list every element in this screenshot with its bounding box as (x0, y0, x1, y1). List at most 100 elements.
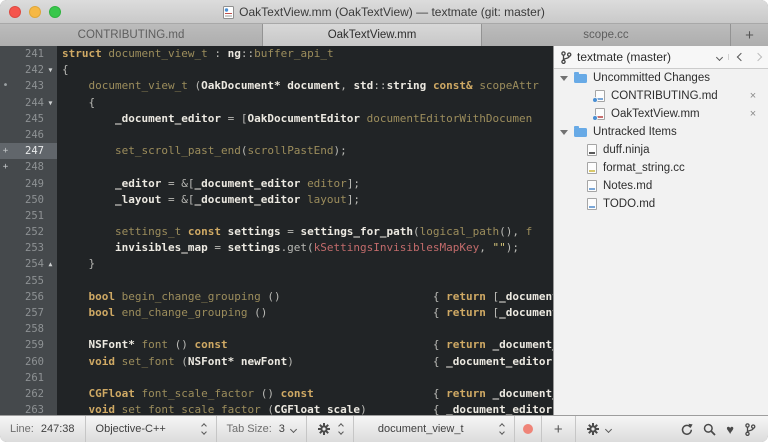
add-item-button[interactable]: + (542, 416, 575, 442)
bundle-actions-button[interactable] (307, 416, 353, 442)
language-selector[interactable]: Objective-C++ (86, 416, 216, 442)
minimize-window-button[interactable] (29, 5, 41, 18)
line-number: 260 (25, 355, 44, 368)
code-line[interactable]: 256 bool begin_change_grouping () { retu… (0, 289, 553, 305)
code-line[interactable]: +248 (0, 159, 553, 175)
editor[interactable]: 241 struct document_view_t : ng::buffer_a… (0, 46, 553, 415)
disclosure-triangle-icon[interactable] (560, 129, 568, 135)
file-item-notes-md[interactable]: Notes.md (554, 177, 768, 195)
macro-recording-indicator[interactable] (515, 416, 541, 442)
fold-marker-icon[interactable]: ▼ (44, 95, 57, 111)
forward-button[interactable] (753, 52, 763, 62)
code-line[interactable]: 244 ▼ { (0, 95, 553, 111)
file-item-oaktextview-mm[interactable]: OakTextView.mm × (554, 105, 768, 123)
gutter-cell[interactable]: 261 (0, 370, 57, 386)
code-area: 241 struct document_view_t : ng::buffer_a… (0, 46, 553, 415)
gutter-cell[interactable]: 255 (0, 273, 57, 289)
git-sidebar: textmate (master) Uncommitted Changes CON… (553, 46, 768, 415)
gutter-cell[interactable]: +248 (0, 159, 57, 175)
search-icon[interactable] (703, 423, 716, 436)
tab-oaktextview-mm[interactable]: OakTextView.mm (263, 24, 482, 46)
code-line[interactable]: 263 void set_font_scale_factor (CGFloat … (0, 402, 553, 415)
gutter-cell[interactable]: 258 (0, 321, 57, 337)
gutter-cell[interactable]: 256 (0, 289, 57, 305)
gutter-cell[interactable]: 241 (0, 46, 57, 62)
code-line[interactable]: 241 struct document_view_t : ng::buffer_a… (0, 46, 553, 62)
line-label: Line: (10, 423, 34, 435)
code-line[interactable]: 261 (0, 370, 553, 386)
code-line[interactable]: 253 invisibles_map = settings.get(kSetti… (0, 240, 553, 256)
settings-menu-button[interactable] (576, 416, 621, 442)
gutter-cell[interactable]: 249 (0, 176, 57, 192)
code-text: settings_t const settings = settings_for… (114, 225, 533, 239)
code-line[interactable]: • 243 document_view_t (OakDocument* docum… (0, 78, 553, 94)
gutter-cell[interactable]: 252 (0, 224, 57, 240)
code-line[interactable]: 258 (0, 321, 553, 337)
close-icon[interactable]: × (742, 108, 764, 120)
code-line[interactable]: 262 CGFloat font_scale_factor () const {… (0, 386, 553, 402)
settings-chevron-down-icon (604, 425, 612, 433)
gutter-cell[interactable]: 253 (0, 240, 57, 256)
gutter-cell[interactable]: • 243 (0, 78, 57, 94)
gutter-cell[interactable]: 257 (0, 305, 57, 321)
code-line[interactable]: 245 _document_editor = [OakDocumentEdito… (0, 111, 553, 127)
close-window-button[interactable] (9, 5, 21, 18)
gutter-cell[interactable]: 244 ▼ (0, 95, 57, 111)
code-line[interactable]: 254 ▲ } (0, 256, 553, 272)
gutter-cell[interactable]: 246 (0, 127, 57, 143)
code-text: struct document_view_t : ng::buffer_api_… (62, 47, 334, 60)
symbol-selector[interactable]: document_view_t (354, 416, 514, 442)
line-number: 251 (25, 209, 44, 222)
gutter-cell[interactable]: 262 (0, 386, 57, 402)
branch-selector[interactable]: textmate (master) (577, 50, 717, 64)
gutter-cell[interactable]: 242 ▼ (0, 62, 57, 78)
tab-contributing-md[interactable]: CONTRIBUTING.md (0, 24, 263, 46)
gutter-cell[interactable]: 259 (0, 337, 57, 353)
section-label: Uncommitted Changes (593, 72, 710, 84)
zoom-window-button[interactable] (49, 5, 61, 18)
close-icon[interactable]: × (742, 90, 764, 102)
fold-marker-icon[interactable]: ▲ (44, 256, 57, 272)
new-tab-button[interactable]: + (731, 24, 768, 46)
code-line[interactable]: 251 (0, 208, 553, 224)
refresh-icon[interactable] (680, 423, 693, 436)
line-number: 246 (25, 128, 44, 141)
gutter-cell[interactable]: +247 (0, 143, 57, 160)
branch-chevron-down-icon[interactable] (715, 53, 724, 61)
code-line[interactable]: 252 settings_t const settings = settings… (0, 224, 553, 240)
code-line[interactable]: 249 _editor = &[_document_editor editor]… (0, 176, 553, 192)
heart-icon[interactable]: ♥ (726, 423, 734, 436)
file-item-todo-md[interactable]: TODO.md (554, 195, 768, 213)
gutter-cell[interactable]: 254 ▲ (0, 256, 57, 272)
line-number: 247 (25, 145, 44, 158)
code-line[interactable]: 250 _layout = &[_document_editor layout]… (0, 192, 553, 208)
tab-scope-cc[interactable]: scope.cc (482, 24, 731, 46)
code-line[interactable]: 255 (0, 273, 553, 289)
branch-icon[interactable] (744, 422, 756, 436)
record-dot-icon (522, 424, 533, 434)
disclosure-triangle-icon[interactable] (560, 75, 568, 81)
sidebar-section-uncommitted-changes[interactable]: Uncommitted Changes (554, 69, 768, 87)
code-line[interactable]: 259 NSFont* font () const { return _docu… (0, 337, 553, 353)
code-line[interactable]: +247 set_scroll_past_end(scrollPastEnd); (0, 143, 553, 160)
gutter-cell[interactable]: 250 (0, 192, 57, 208)
code-line[interactable]: 257 bool end_change_grouping () { return… (0, 305, 553, 321)
sidebar-header: textmate (master) (554, 46, 768, 69)
code-line[interactable]: 246 (0, 127, 553, 143)
gutter-cell[interactable]: 260 (0, 354, 57, 370)
file-item-contributing-md[interactable]: CONTRIBUTING.md × (554, 87, 768, 105)
fold-marker-icon[interactable]: ▼ (44, 62, 57, 78)
code-text: bool begin_change_grouping () { return [… (88, 289, 554, 303)
language-label: Objective-C++ (95, 423, 166, 435)
back-button[interactable] (736, 52, 746, 62)
file-item-duff-ninja[interactable]: duff.ninja (554, 141, 768, 159)
sidebar-section-untracked-items[interactable]: Untracked Items (554, 123, 768, 141)
gutter-cell[interactable]: 251 (0, 208, 57, 224)
code-line[interactable]: 242 ▼ { (0, 62, 553, 78)
file-item-format-string-cc[interactable]: format_string.cc (554, 159, 768, 177)
code-line[interactable]: 260 void set_font (NSFont* newFont) { _d… (0, 354, 553, 370)
gutter-cell[interactable]: 263 (0, 402, 57, 415)
code-text: } (62, 257, 96, 271)
tab-size-selector[interactable]: Tab Size: 3 (217, 416, 306, 442)
gutter-cell[interactable]: 245 (0, 111, 57, 127)
